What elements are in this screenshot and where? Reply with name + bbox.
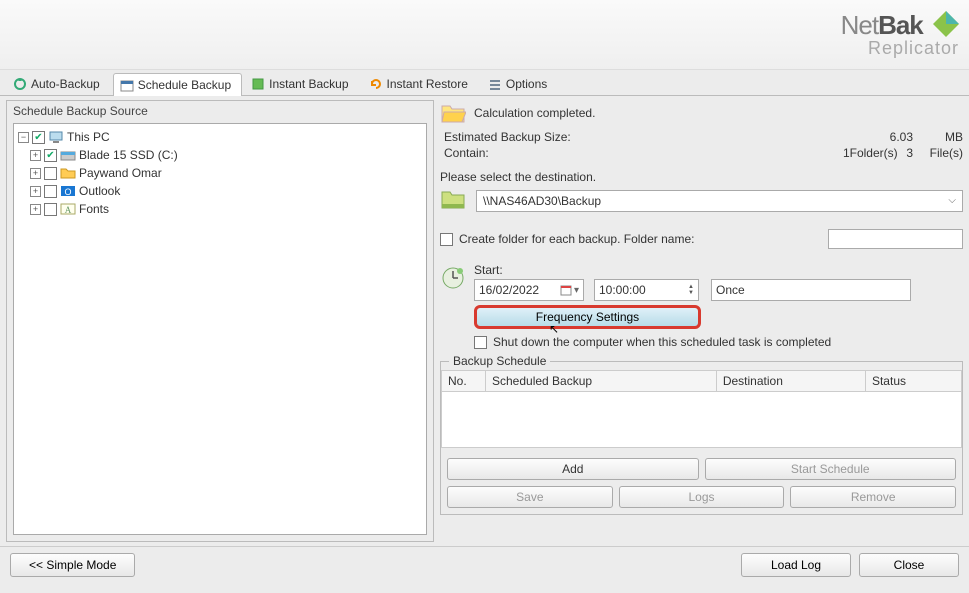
tab-bar: Auto-Backup Schedule Backup Instant Back…: [0, 70, 969, 96]
shutdown-checkbox[interactable]: [474, 336, 487, 349]
svg-text:O: O: [64, 187, 71, 197]
backup-icon: [251, 77, 265, 91]
start-time-input[interactable]: 10:00:00 ▲▼: [594, 279, 699, 301]
tree-node-blade[interactable]: + Blade 15 SSD (C:): [30, 146, 422, 164]
tree-node-this-pc[interactable]: − This PC: [18, 128, 422, 146]
svg-text:A: A: [65, 205, 72, 215]
source-tree[interactable]: − This PC + Blade 15 SSD (C:) + Paywand …: [13, 123, 427, 535]
computer-icon: [48, 130, 64, 144]
shutdown-label: Shut down the computer when this schedul…: [493, 335, 831, 349]
folder-icon: [60, 166, 76, 180]
start-label: Start:: [474, 263, 963, 277]
options-icon: [488, 77, 502, 91]
refresh-icon: [13, 77, 27, 91]
cursor-icon: ↖: [549, 320, 559, 338]
load-log-button[interactable]: Load Log: [741, 553, 851, 577]
tree-node-paywand[interactable]: + Paywand Omar: [30, 164, 422, 182]
create-folder-checkbox[interactable]: [440, 233, 453, 246]
tab-auto-backup[interactable]: Auto-Backup: [6, 72, 111, 95]
schedule-table-body[interactable]: [441, 392, 962, 448]
checkbox-outlook[interactable]: [44, 185, 57, 198]
outlook-icon: O: [60, 184, 76, 198]
add-button[interactable]: Add: [447, 458, 699, 480]
simple-mode-button[interactable]: << Simple Mode: [10, 553, 135, 577]
checkbox-this-pc[interactable]: [32, 131, 45, 144]
destination-section: Please select the destination. \\NAS46AD…: [440, 170, 963, 213]
tab-schedule-backup[interactable]: Schedule Backup: [113, 73, 242, 96]
start-date-input[interactable]: 16/02/2022 ▾: [474, 279, 584, 301]
folder-name-input[interactable]: [828, 229, 963, 249]
col-no[interactable]: No.: [442, 371, 486, 392]
tab-options[interactable]: Options: [481, 72, 558, 95]
start-schedule-button[interactable]: Start Schedule: [705, 458, 957, 480]
col-destination[interactable]: Destination: [716, 371, 865, 392]
calendar-dropdown-icon: ▾: [560, 284, 579, 296]
checkbox-blade[interactable]: [44, 149, 57, 162]
collapse-icon[interactable]: −: [18, 132, 29, 143]
checkbox-paywand[interactable]: [44, 167, 57, 180]
frequency-display: Once: [711, 279, 911, 301]
col-scheduled[interactable]: Scheduled Backup: [486, 371, 717, 392]
schedule-clock-icon: [440, 265, 466, 291]
expand-icon[interactable]: +: [30, 150, 41, 161]
create-folder-label: Create folder for each backup. Folder na…: [459, 232, 694, 246]
save-button[interactable]: Save: [447, 486, 613, 508]
destination-select[interactable]: \\NAS46AD30\Backup ⌵: [476, 190, 963, 212]
footer: << Simple Mode Load Log Close: [0, 546, 969, 582]
close-button[interactable]: Close: [859, 553, 959, 577]
schedule-table: No. Scheduled Backup Destination Status: [441, 370, 962, 392]
col-status[interactable]: Status: [865, 371, 961, 392]
backup-schedule-group: Backup Schedule No. Scheduled Backup Des…: [440, 361, 963, 515]
expand-icon[interactable]: +: [30, 186, 41, 197]
logo: NetBak Replicator: [841, 10, 959, 59]
dest-prompt: Please select the destination.: [440, 170, 963, 184]
remove-button[interactable]: Remove: [790, 486, 956, 508]
expand-icon[interactable]: +: [30, 168, 41, 179]
nas-folder-icon: [440, 188, 466, 213]
tab-instant-restore[interactable]: Instant Restore: [362, 72, 479, 95]
header: NetBak Replicator: [0, 0, 969, 70]
restore-icon: [369, 77, 383, 91]
source-title: Schedule Backup Source: [7, 101, 433, 121]
chevron-down-icon: ⌵: [948, 195, 956, 206]
drive-icon: [60, 148, 76, 162]
logs-button[interactable]: Logs: [619, 486, 785, 508]
tree-node-outlook[interactable]: + O Outlook: [30, 182, 422, 200]
backup-stats: Estimated Backup Size: 6.03MB Contain: 1…: [440, 130, 963, 160]
time-spinner-icon[interactable]: ▲▼: [688, 284, 694, 296]
checkbox-fonts[interactable]: [44, 203, 57, 216]
calendar-icon: [120, 78, 134, 92]
source-panel: Schedule Backup Source − This PC + Blade…: [6, 100, 434, 542]
tree-node-fonts[interactable]: + A Fonts: [30, 200, 422, 218]
folder-open-icon: [440, 102, 466, 124]
calc-status: Calculation completed.: [474, 106, 595, 120]
expand-icon[interactable]: +: [30, 204, 41, 215]
fonts-icon: A: [60, 202, 76, 216]
main-content: Schedule Backup Source − This PC + Blade…: [0, 96, 969, 546]
frequency-settings-button[interactable]: Frequency Settings ↖: [474, 305, 701, 329]
settings-panel: Calculation completed. Estimated Backup …: [440, 100, 963, 542]
tab-instant-backup[interactable]: Instant Backup: [244, 72, 359, 95]
